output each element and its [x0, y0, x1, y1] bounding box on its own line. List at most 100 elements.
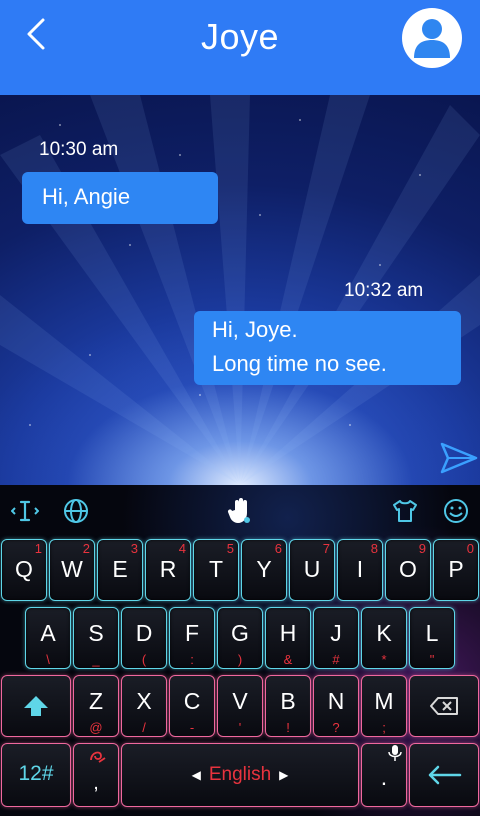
key-hint: 4 [178, 541, 186, 556]
comma-key[interactable]: , [73, 743, 119, 807]
key-p[interactable]: 0P [433, 539, 479, 601]
message-timestamp: 10:30 am [39, 139, 119, 160]
key-label: 12# [18, 762, 54, 785]
key-label: R [159, 556, 177, 582]
gesture-tool[interactable] [224, 495, 256, 527]
key-hint: 5 [226, 541, 234, 556]
backspace-icon [430, 697, 458, 715]
backspace-key[interactable] [409, 675, 479, 737]
hand-touch-icon [227, 498, 250, 523]
smiley-icon [444, 499, 468, 523]
key-n[interactable]: N? [313, 675, 359, 737]
space-language-label: English [208, 764, 272, 785]
key-hint: " [429, 652, 435, 667]
key-label: Z [88, 688, 104, 714]
key-w[interactable]: 2W [49, 539, 95, 601]
key-i[interactable]: 8I [337, 539, 383, 601]
period-key[interactable]: . [361, 743, 407, 807]
key-h[interactable]: H & [265, 607, 311, 669]
message-timestamp: 10:32 am [344, 280, 424, 301]
key-hint: ( [141, 652, 147, 667]
space-label-wrap: ◀ English ▶ [122, 744, 358, 806]
key-a[interactable]: A \ [25, 607, 71, 669]
user-icon [414, 19, 450, 58]
emoji-tool[interactable] [440, 495, 472, 527]
numbers-key[interactable]: 12# [1, 743, 71, 807]
enter-key[interactable] [409, 743, 479, 807]
globe-icon [64, 499, 88, 523]
key-label: Q [15, 556, 33, 582]
key-label: D [135, 620, 153, 646]
key-label: Y [256, 556, 272, 582]
key-label: U [303, 556, 321, 582]
key-hint: 2 [82, 541, 90, 556]
key-hint: : [190, 652, 194, 667]
shift-arrow-icon [24, 696, 48, 716]
language-tool[interactable] [60, 495, 92, 527]
text-cursor-icon [11, 500, 39, 522]
key-u[interactable]: 7U [289, 539, 335, 601]
key-label: A [40, 620, 56, 646]
key-label: L [425, 620, 439, 646]
key-hint: 6 [274, 541, 282, 556]
key-label: M [374, 688, 394, 714]
key-x[interactable]: X / [121, 675, 167, 737]
key-m[interactable]: M; [361, 675, 407, 737]
space-key[interactable]: ◀ English ▶ [121, 743, 359, 807]
key-v[interactable]: V ' [217, 675, 263, 737]
key-q[interactable]: 1Q [1, 539, 47, 601]
key-hint: - [189, 720, 195, 735]
key-r[interactable]: 4R [145, 539, 191, 601]
contact-avatar[interactable] [402, 8, 462, 68]
key-hint: # [332, 652, 340, 667]
key-label: V [232, 688, 248, 714]
key-g[interactable]: G) [217, 607, 263, 669]
key-hint: _ [92, 652, 100, 667]
key-b[interactable]: B! [265, 675, 311, 737]
enter-arrow-icon [428, 765, 462, 785]
key-label: K [376, 620, 392, 646]
key-z[interactable]: Z @ [73, 675, 119, 737]
key-hint: @ [89, 720, 103, 735]
theme-tool[interactable] [389, 495, 421, 527]
key-k[interactable]: K * [361, 607, 407, 669]
key-label: , [93, 772, 99, 794]
send-icon [440, 442, 478, 474]
key-hint: 9 [418, 541, 426, 556]
right-arrow-icon: ▶ [279, 768, 289, 782]
key-hint: ! [286, 720, 290, 735]
key-label: X [136, 688, 152, 714]
key-label: W [61, 556, 83, 582]
microphone-icon [388, 745, 402, 761]
key-hint: 7 [322, 541, 330, 556]
text-cursor-tool[interactable] [9, 495, 41, 527]
key-hint: ) [237, 652, 243, 667]
key-j[interactable]: J # [313, 607, 359, 669]
key-label: C [183, 688, 201, 714]
key-e[interactable]: 3E [97, 539, 143, 601]
key-c[interactable]: C- [169, 675, 215, 737]
key-label: N [327, 688, 345, 714]
key-hint: 1 [34, 541, 42, 556]
key-label: . [380, 764, 388, 790]
shift-icon-wrap [2, 676, 70, 736]
key-d[interactable]: D( [121, 607, 167, 669]
key-label: S [88, 620, 104, 646]
keyboard-toolbar [0, 485, 480, 535]
key-o[interactable]: 9O [385, 539, 431, 601]
key-hint: \ [46, 652, 50, 667]
key-y[interactable]: 6Y [241, 539, 287, 601]
key-label: T [208, 556, 224, 582]
shift-key[interactable] [1, 675, 71, 737]
incoming-message-bubble[interactable]: Hi, Angie [22, 172, 218, 224]
key-label: J [330, 620, 342, 646]
key-hint: 8 [370, 541, 378, 556]
outgoing-message-bubble[interactable]: Hi, Joye. Long time no see. [194, 311, 461, 385]
key-t[interactable]: 5T [193, 539, 239, 601]
send-button[interactable] [438, 440, 478, 476]
key-f[interactable]: F: [169, 607, 215, 669]
key-s[interactable]: S _ [73, 607, 119, 669]
key-hint: & [283, 652, 293, 667]
key-l[interactable]: L " [409, 607, 455, 669]
key-hint: ' [238, 720, 242, 735]
